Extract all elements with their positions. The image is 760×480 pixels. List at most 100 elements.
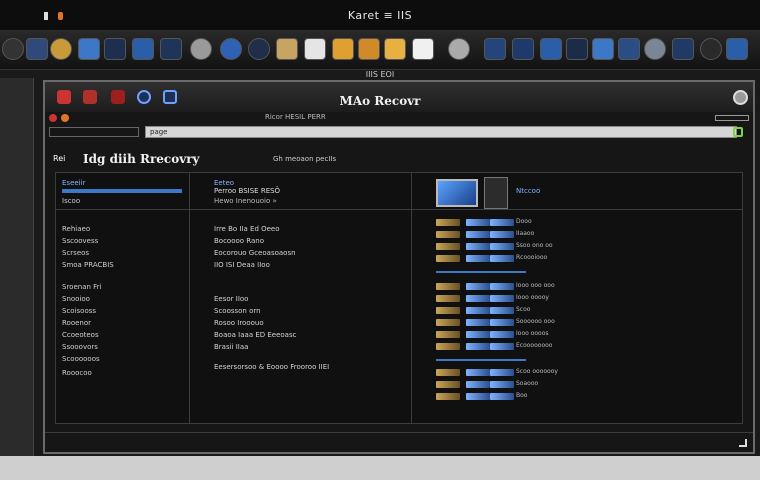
section-subtitle: Gh meoaon pecIIs bbox=[273, 155, 337, 163]
drive-thumbnail-icon bbox=[466, 343, 490, 350]
dock-icon-13[interactable] bbox=[332, 38, 354, 60]
left-pane-item[interactable]: Rehiaeo bbox=[62, 225, 90, 233]
drive-row[interactable]: Soooooo ooo bbox=[436, 318, 736, 327]
middle-pane-item[interactable]: Eesor IIoo bbox=[214, 295, 248, 303]
dock-icon-23[interactable] bbox=[618, 38, 640, 60]
window-title: MAo Recovr bbox=[339, 94, 421, 108]
toolbar: Ricor HESIL PERR bbox=[45, 112, 753, 126]
dock-icon-1[interactable] bbox=[2, 38, 24, 60]
drive-thumbnail-icon bbox=[436, 319, 460, 326]
drive-row[interactable]: Ssoo ono oo bbox=[436, 242, 736, 251]
drive-row[interactable]: Iooo ooo ooo bbox=[436, 282, 736, 291]
drive-thumbnail-icon bbox=[436, 295, 460, 302]
section-tag: Rei bbox=[53, 154, 66, 163]
title-bar[interactable]: MAo Recovr bbox=[45, 82, 753, 112]
zoom-button[interactable] bbox=[111, 90, 125, 104]
dock-icon-11[interactable] bbox=[276, 38, 298, 60]
dock-icon-10[interactable] bbox=[248, 38, 270, 60]
drive-row[interactable]: Ecoooooooo bbox=[436, 342, 736, 351]
drive-row[interactable]: IIaaoo bbox=[436, 230, 736, 239]
minimize-button[interactable] bbox=[83, 90, 97, 104]
toolbar-menu-icon[interactable] bbox=[715, 115, 749, 121]
drive-thumbnail-icon bbox=[466, 243, 490, 250]
dock-icon-18[interactable] bbox=[484, 38, 506, 60]
middle-pane-item[interactable]: IIO ISI Deaa IIoo bbox=[214, 261, 270, 269]
left-pane-item[interactable]: Smoa PRACBIS bbox=[62, 261, 114, 269]
refresh-icon[interactable] bbox=[137, 90, 151, 104]
drive-row[interactable]: Scoo ooooooy bbox=[436, 368, 736, 377]
left-pane-item[interactable]: Ssooovors bbox=[62, 343, 98, 351]
left-pane-item[interactable]: Rooocoo bbox=[62, 369, 92, 377]
dock-icon-19[interactable] bbox=[512, 38, 534, 60]
dock-icon-14[interactable] bbox=[358, 38, 380, 60]
drive-row-label: IIaaoo bbox=[516, 230, 535, 237]
drive-row-label: Ecoooooooo bbox=[516, 342, 553, 349]
drive-row[interactable]: Dooo bbox=[436, 218, 736, 227]
middle-pane-item[interactable]: Irre Bo IIa Ed Oeeo bbox=[214, 225, 280, 233]
middle-pane-item[interactable]: Bocoooo Rano bbox=[214, 237, 264, 245]
left-pane-item[interactable]: Scoooooos bbox=[62, 355, 100, 363]
left-pane-item[interactable]: Scrseos bbox=[62, 249, 89, 257]
drive-thumbnail-icon bbox=[436, 331, 460, 338]
address-field[interactable]: page bbox=[145, 126, 737, 138]
navigation-buttons[interactable] bbox=[49, 127, 139, 137]
home-icon[interactable] bbox=[163, 90, 177, 104]
drive-row[interactable]: Rcoooiooo bbox=[436, 254, 736, 263]
dock-icon-5[interactable] bbox=[104, 38, 126, 60]
dock-icon-26[interactable] bbox=[700, 38, 722, 60]
resize-grip-icon[interactable] bbox=[739, 439, 747, 447]
left-pane-item[interactable]: Snooioo bbox=[62, 295, 90, 303]
middle-pane-item[interactable]: Boaoa Iaaa ED Eeeoasc bbox=[214, 331, 296, 339]
left-pane-item[interactable]: Sscoovess bbox=[62, 237, 98, 245]
middle-pane-header: Eeteo bbox=[214, 179, 235, 187]
dock-icon-25[interactable] bbox=[672, 38, 694, 60]
group-divider bbox=[436, 359, 526, 361]
middle-pane-item[interactable]: Scoosson orn bbox=[214, 307, 261, 315]
dock-icon-16[interactable] bbox=[412, 38, 434, 60]
close-button[interactable] bbox=[57, 90, 71, 104]
drive-row[interactable]: Boo bbox=[436, 392, 736, 401]
drive-row-label: Ssoo ono oo bbox=[516, 242, 553, 249]
dock-icon-22[interactable] bbox=[592, 38, 614, 60]
left-pane-item[interactable]: Scoisooss bbox=[62, 307, 96, 315]
drive-thumbnail-icon bbox=[436, 283, 460, 290]
middle-pane-item[interactable]: Rosoo Irooouo bbox=[214, 319, 264, 327]
drive-row[interactable]: Iooo oooos bbox=[436, 330, 736, 339]
dock-icon-2[interactable] bbox=[26, 38, 48, 60]
dock-icon-8[interactable] bbox=[190, 38, 212, 60]
left-pane-item[interactable]: Ccoeoteos bbox=[62, 331, 99, 339]
middle-pane-item[interactable]: Brasii IIaa bbox=[214, 343, 248, 351]
go-icon[interactable] bbox=[733, 127, 743, 137]
drive-row[interactable]: Soaooo bbox=[436, 380, 736, 389]
drive-row-label: Rcoooiooo bbox=[516, 254, 548, 261]
left-pane-item[interactable]: Sroenan Fri bbox=[62, 283, 101, 291]
drive-thumbnail-icon bbox=[466, 255, 490, 262]
dock-icon-9[interactable] bbox=[220, 38, 242, 60]
right-pane: Ntccoo Dooo IIaaoo Ssoo ono oo Rcoooiooo… bbox=[412, 173, 742, 423]
section-header: Rei Idg diih Rrecovry Gh meoaon pecIIs bbox=[53, 152, 413, 168]
dock-icon-12[interactable] bbox=[304, 38, 326, 60]
middle-pane-item[interactable]: Eocorouo Gceoasoaosn bbox=[214, 249, 296, 257]
back-icon[interactable] bbox=[49, 114, 57, 122]
drive-thumbnail-icon bbox=[466, 283, 490, 290]
dock-icon-3[interactable] bbox=[50, 38, 72, 60]
dock-icon-24[interactable] bbox=[644, 38, 666, 60]
dock-icon-6[interactable] bbox=[132, 38, 154, 60]
dock-icon-15[interactable] bbox=[384, 38, 406, 60]
help-icon[interactable] bbox=[733, 90, 748, 105]
forward-icon[interactable] bbox=[61, 114, 69, 122]
drive-thumbnail-icon bbox=[490, 381, 514, 388]
drive-row[interactable]: Iooo ooooy bbox=[436, 294, 736, 303]
middle-pane-item[interactable]: Eesersorsoo & Eoooo Frooroo IIEI bbox=[214, 363, 329, 371]
dock-icon-7[interactable] bbox=[160, 38, 182, 60]
middle-pane: Eeteo Perroo BSISE RESÔ Hewo Inenouoio »… bbox=[190, 173, 412, 423]
drive-thumbnail-icon bbox=[490, 243, 514, 250]
dock-icon-21[interactable] bbox=[566, 38, 588, 60]
dock-icon-4[interactable] bbox=[78, 38, 100, 60]
left-pane-item[interactable]: Rooenor bbox=[62, 319, 91, 327]
dock-icon-27[interactable] bbox=[726, 38, 748, 60]
dock-icon-20[interactable] bbox=[540, 38, 562, 60]
drive-thumbnail-icon bbox=[490, 231, 514, 238]
dock-icon-17[interactable] bbox=[448, 38, 470, 60]
drive-row[interactable]: Scoo bbox=[436, 306, 736, 315]
